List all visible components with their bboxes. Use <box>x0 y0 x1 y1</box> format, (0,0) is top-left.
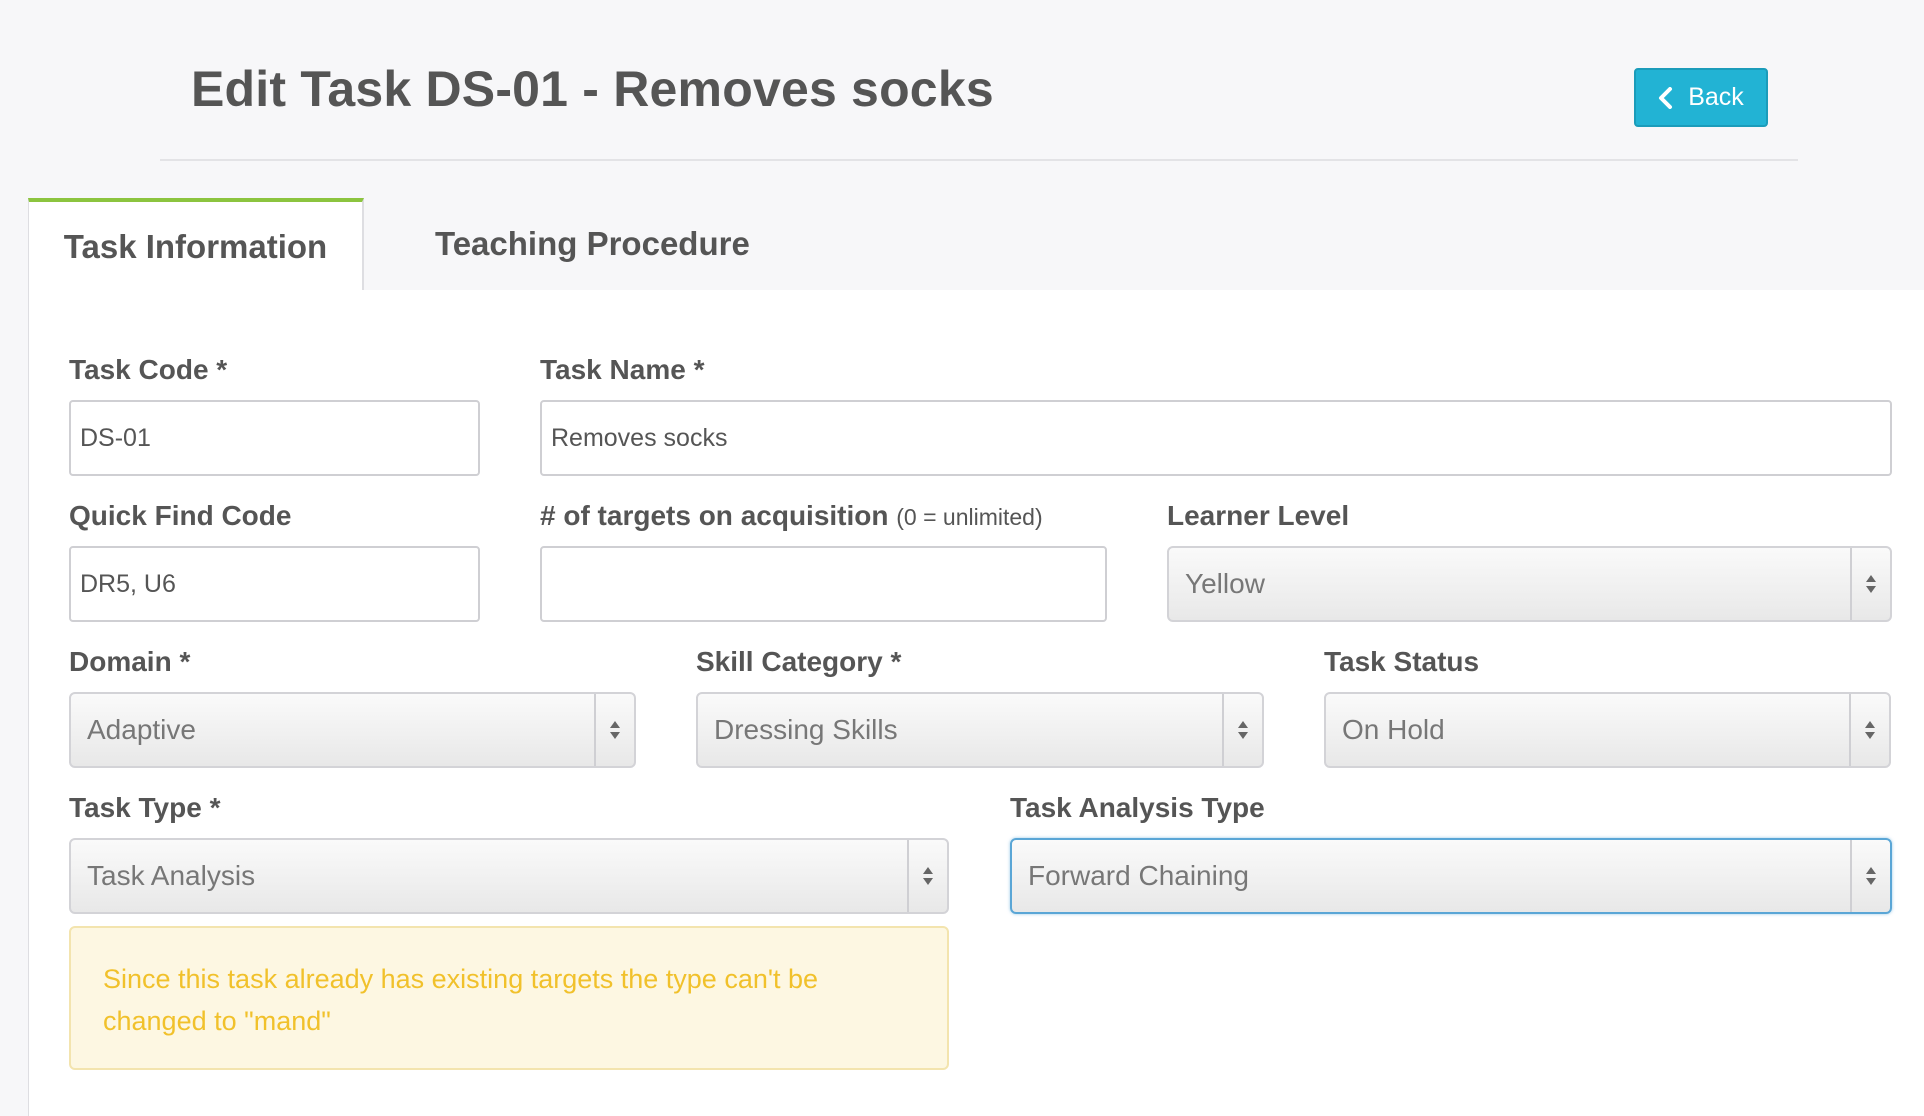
task-analysis-type-value: Forward Chaining <box>1028 860 1249 891</box>
task-type-select[interactable]: Task Analysis <box>69 838 949 914</box>
select-arrows-icon <box>907 840 947 912</box>
task-status-label: Task Status <box>1324 646 1480 677</box>
targets-on-acquisition-input[interactable] <box>540 546 1107 622</box>
task-code-input[interactable] <box>69 400 480 476</box>
task-type-value: Task Analysis <box>87 860 256 891</box>
select-arrows-icon <box>594 694 634 766</box>
learner-level-label: Learner Level <box>1167 500 1350 531</box>
page-header: Edit Task DS-01 - Removes socks Back <box>160 0 1798 161</box>
tab-teaching-procedure[interactable]: Teaching Procedure <box>395 198 779 290</box>
select-arrows-icon <box>1850 840 1890 912</box>
domain-value: Adaptive <box>87 714 196 745</box>
page-title: Edit Task DS-01 - Removes socks <box>191 61 994 117</box>
quick-find-code-label: Quick Find Code <box>69 500 292 531</box>
learner-level-value: Yellow <box>1185 568 1265 599</box>
task-analysis-type-label: Task Analysis Type <box>1010 792 1265 823</box>
domain-select[interactable]: Adaptive <box>69 692 636 768</box>
select-arrows-icon <box>1849 694 1889 766</box>
targets-on-acquisition-label-text: # of targets on acquisition <box>540 500 889 531</box>
skill-category-select[interactable]: Dressing Skills <box>696 692 1264 768</box>
warning-alert: Since this task already has existing tar… <box>69 926 949 1070</box>
warning-alert-message: Since this task already has existing tar… <box>103 964 819 1036</box>
task-status-select[interactable]: On Hold <box>1324 692 1891 768</box>
quick-find-code-input[interactable] <box>69 546 480 622</box>
tabs-bar: Task Information Teaching Procedure <box>28 198 1924 292</box>
select-arrows-icon <box>1850 548 1890 620</box>
task-information-panel: Task Code * Task Name * Quick Find Code … <box>28 290 1924 1116</box>
task-name-input[interactable] <box>540 400 1892 476</box>
task-analysis-type-select[interactable]: Forward Chaining <box>1010 838 1892 914</box>
task-type-label: Task Type * <box>69 792 221 823</box>
targets-on-acquisition-note: (0 = unlimited) <box>896 504 1043 530</box>
skill-category-value: Dressing Skills <box>714 714 898 745</box>
select-arrows-icon <box>1222 694 1262 766</box>
skill-category-label: Skill Category * <box>696 646 902 677</box>
targets-on-acquisition-label: # of targets on acquisition (0 = unlimit… <box>540 500 1043 532</box>
learner-level-select[interactable]: Yellow <box>1167 546 1892 622</box>
task-code-label: Task Code * <box>69 354 228 385</box>
task-name-label: Task Name * <box>540 354 705 385</box>
tab-task-information[interactable]: Task Information <box>28 198 364 292</box>
task-status-value: On Hold <box>1342 714 1445 745</box>
chevron-left-icon <box>1659 86 1673 109</box>
domain-label: Domain * <box>69 646 191 677</box>
back-button-label: Back <box>1688 83 1744 111</box>
back-button[interactable]: Back <box>1634 68 1768 127</box>
